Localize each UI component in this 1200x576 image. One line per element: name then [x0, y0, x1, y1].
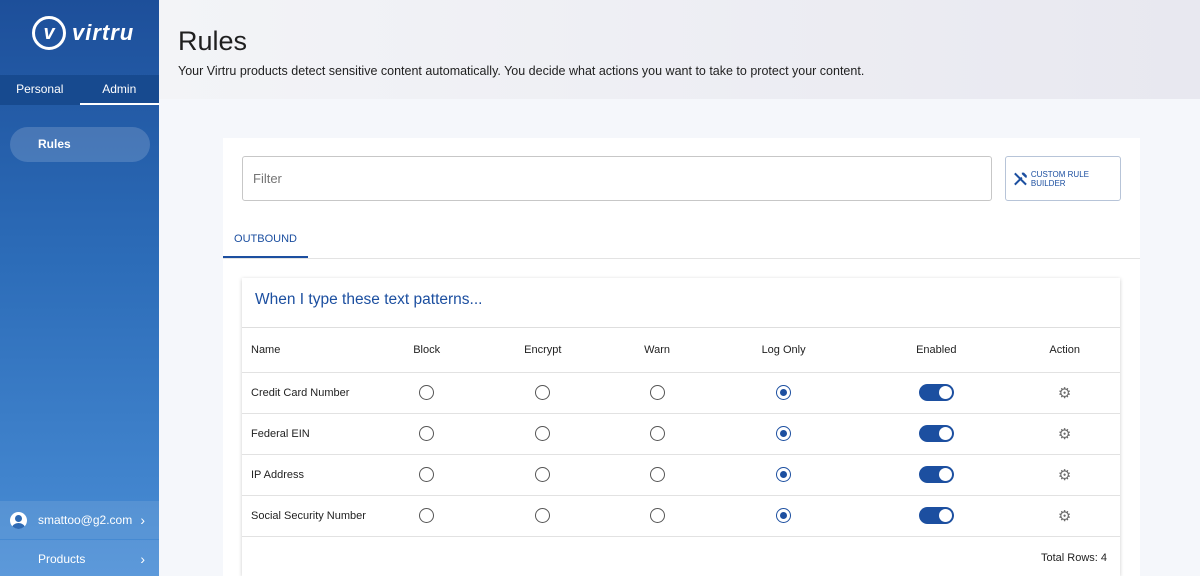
rules-table: Name Block Encrypt Warn Log Only Enabled…	[242, 328, 1120, 537]
tools-icon	[1014, 172, 1027, 185]
table-header-row: Name Block Encrypt Warn Log Only Enabled…	[242, 328, 1120, 373]
enabled-toggle[interactable]	[918, 425, 954, 442]
user-email: smattoo@g2.com	[38, 513, 133, 527]
custom-rule-builder-label: CUSTOM RULE BUILDER	[1030, 169, 1089, 188]
gear-icon[interactable]: ⚙	[1058, 426, 1071, 443]
column-header-encrypt: Encrypt	[475, 328, 611, 373]
tab-personal[interactable]: Personal	[0, 75, 80, 105]
log-only-radio[interactable]	[776, 508, 792, 523]
rule-name: Federal EIN	[242, 413, 378, 455]
block-radio[interactable]	[419, 385, 435, 400]
log-only-radio[interactable]	[776, 467, 792, 482]
gear-icon[interactable]: ⚙	[1058, 508, 1071, 525]
table-row: Federal EIN ⚙	[242, 413, 1120, 455]
table-row: Credit Card Number ⚙	[242, 372, 1120, 414]
sidebar: v virtru Personal Admin Rules smattoo@g2…	[0, 0, 159, 576]
column-header-action: Action	[1009, 328, 1120, 373]
column-header-name: Name	[242, 328, 378, 373]
warn-radio[interactable]	[649, 467, 665, 482]
gear-icon[interactable]: ⚙	[1058, 467, 1071, 484]
column-header-log-only: Log Only	[703, 328, 864, 373]
encrypt-radio[interactable]	[535, 467, 551, 482]
card-title: When I type these text patterns...	[255, 291, 483, 308]
rule-name: Social Security Number	[242, 495, 378, 537]
text-patterns-card: When I type these text patterns... Name …	[242, 278, 1120, 576]
encrypt-radio[interactable]	[535, 426, 551, 441]
logo-text: virtru	[72, 20, 135, 45]
warn-radio[interactable]	[649, 508, 665, 523]
column-header-enabled: Enabled	[863, 328, 1010, 373]
column-header-block: Block	[378, 328, 476, 373]
virtru-logo[interactable]: v virtru	[32, 16, 134, 50]
enabled-toggle[interactable]	[918, 507, 954, 524]
table-row: IP Address ⚙	[242, 454, 1120, 496]
page-subtitle: Your Virtru products detect sensitive co…	[178, 64, 865, 78]
user-menu[interactable]: smattoo@g2.com ›	[0, 501, 159, 539]
total-rows: Total Rows: 4	[1040, 552, 1107, 564]
products-label: Products	[38, 552, 86, 566]
sidebar-item-rules[interactable]: Rules	[10, 127, 150, 162]
enabled-toggle[interactable]	[918, 384, 954, 401]
encrypt-radio[interactable]	[535, 385, 551, 400]
account-circle-icon	[10, 511, 27, 529]
enabled-toggle[interactable]	[918, 466, 954, 483]
chevron-right-icon: ›	[140, 551, 145, 567]
tab-outbound[interactable]: OUTBOUND	[223, 226, 308, 258]
log-only-radio[interactable]	[776, 426, 792, 441]
products-menu[interactable]: Products ›	[0, 540, 159, 576]
rule-name: Credit Card Number	[242, 372, 378, 414]
chevron-right-icon: ›	[140, 512, 145, 528]
rule-name: IP Address	[242, 454, 378, 496]
block-radio[interactable]	[419, 426, 435, 441]
warn-radio[interactable]	[649, 426, 665, 441]
page-header: Rules Your Virtru products detect sensit…	[159, 0, 1200, 99]
block-radio[interactable]	[419, 508, 435, 523]
filter-input[interactable]	[242, 156, 992, 201]
custom-rule-builder-button[interactable]: CUSTOM RULE BUILDER	[1005, 156, 1121, 201]
page-title: Rules	[178, 26, 248, 56]
table-row: Social Security Number ⚙	[242, 495, 1120, 537]
encrypt-radio[interactable]	[535, 508, 551, 523]
column-header-warn: Warn	[610, 328, 704, 373]
tab-admin[interactable]: Admin	[79, 75, 159, 105]
tab-divider	[223, 258, 1140, 259]
warn-radio[interactable]	[649, 385, 665, 400]
sidebar-tabs: Personal Admin	[0, 75, 159, 105]
virtru-logo-icon: v	[32, 16, 66, 50]
block-radio[interactable]	[419, 467, 435, 482]
log-only-radio[interactable]	[776, 385, 792, 400]
gear-icon[interactable]: ⚙	[1058, 385, 1071, 402]
